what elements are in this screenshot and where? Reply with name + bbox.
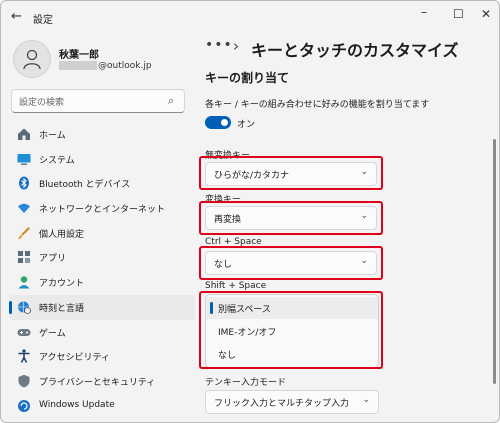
sidebar-item-label: 個人用設定 <box>39 229 85 240</box>
gamepad-icon <box>17 328 31 336</box>
sidebar-item-label: アクセシビリティ <box>39 353 111 364</box>
close-icon[interactable]: ✕ <box>481 7 491 21</box>
sidebar-item-time-language[interactable]: 時刻と言語 <box>9 294 195 320</box>
avatar[interactable] <box>13 40 51 78</box>
wifi-icon <box>18 203 30 214</box>
user-name: 秋葉一郎 <box>59 50 99 61</box>
app-title: 設定 <box>33 15 53 26</box>
dropdown-value: フリック入力とマルチタップ入力 <box>214 399 350 409</box>
email-redacted <box>59 61 97 70</box>
account-icon <box>18 276 30 289</box>
tenkey-mode-dropdown[interactable]: フリック入力とマルチタップ入力 ⌄ <box>205 390 379 414</box>
update-icon <box>18 399 30 412</box>
title-bar: ← 設定 – ☐ ✕ <box>1 1 499 33</box>
sidebar-item-label: 時刻と言語 <box>39 303 85 314</box>
sidebar-item-label: Windows Update <box>39 399 115 410</box>
shield-icon <box>18 374 30 388</box>
system-display-icon <box>17 153 31 165</box>
settings-window: ← 設定 – ☐ ✕ 秋葉一郎 @outlook.jp 設定の検索 ⌕ ホーム … <box>0 0 500 423</box>
sidebar-item-windows-update[interactable]: Windows Update <box>9 394 195 419</box>
sidebar-item-home[interactable]: ホーム <box>9 122 195 147</box>
globe-clock-icon <box>18 301 31 314</box>
user-email: @outlook.jp <box>59 61 152 71</box>
highlight-box <box>199 246 383 280</box>
sidebar-item-accounts[interactable]: アカウント <box>9 270 195 295</box>
accessibility-icon <box>18 349 30 364</box>
sidebar-item-network[interactable]: ネットワークとインターネット <box>9 196 195 221</box>
highlight-box <box>199 291 383 369</box>
highlight-box <box>199 156 383 190</box>
email-domain: @outlook.jp <box>98 61 152 71</box>
apps-icon <box>18 251 30 264</box>
maximize-icon[interactable]: ☐ <box>453 7 464 21</box>
sidebar-item-label: ネットワークとインターネット <box>39 205 166 216</box>
search-input[interactable]: 設定の検索 <box>19 95 64 108</box>
sidebar-item-gaming[interactable]: ゲーム <box>9 320 195 345</box>
toggle-state-label: オン <box>237 120 256 130</box>
search-box[interactable]: 設定の検索 ⌕ <box>11 89 185 113</box>
sidebar-item-bluetooth[interactable]: Bluetooth とデバイス <box>9 171 195 196</box>
home-icon <box>18 128 30 140</box>
tenkey-mode-label: テンキー入力モード <box>205 378 287 388</box>
sidebar-item-personalization[interactable]: 個人用設定 <box>9 221 195 246</box>
sidebar-item-label: ゲーム <box>39 328 66 339</box>
sidebar-item-label: プライバシーとセキュリティ <box>39 377 156 388</box>
breadcrumb-more[interactable]: ••• <box>205 37 233 53</box>
paintbrush-icon <box>18 226 30 239</box>
sidebar-item-label: Bluetooth とデバイス <box>39 180 131 191</box>
search-icon[interactable]: ⌕ <box>168 94 174 108</box>
highlight-box <box>199 201 383 235</box>
sidebar-item-accessibility[interactable]: アクセシビリティ <box>9 344 195 369</box>
section-description: 各キー / キーの組み合わせに好みの機能を割り当てます <box>205 100 430 110</box>
key-assignment-toggle[interactable] <box>205 116 231 129</box>
person-icon <box>23 49 41 70</box>
page-title: キーとタッチのカスタマイズ <box>251 41 459 60</box>
sidebar-item-label: システム <box>39 155 75 166</box>
sidebar-item-apps[interactable]: アプリ <box>9 245 195 270</box>
chevron-down-icon: ⌄ <box>362 395 370 405</box>
sidebar-item-privacy[interactable]: プライバシーとセキュリティ <box>9 369 195 394</box>
bluetooth-icon <box>19 176 29 190</box>
sidebar-item-label: アカウント <box>39 279 85 290</box>
scrollbar[interactable] <box>493 139 496 384</box>
sidebar-item-label: アプリ <box>39 254 67 265</box>
shift-space-label: Shift + Space <box>205 281 267 291</box>
breadcrumb-chevron-icon: › <box>233 37 239 55</box>
sidebar-item-system[interactable]: システム <box>9 147 195 172</box>
section-title: キーの割り当て <box>205 71 290 85</box>
sidebar-item-label: ホーム <box>39 131 66 141</box>
sidebar-nav: ホーム システム Bluetooth とデバイス ネットワークとインターネット … <box>9 122 195 418</box>
minimize-icon[interactable]: – <box>421 5 427 19</box>
back-arrow-icon[interactable]: ← <box>11 9 22 24</box>
